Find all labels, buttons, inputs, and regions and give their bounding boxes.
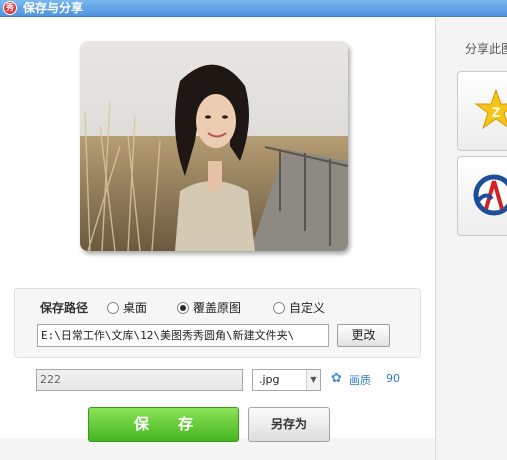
radio-overwrite-original[interactable]: 覆盖原图: [177, 299, 241, 316]
renren-icon: [473, 174, 507, 216]
svg-text:Z: Z: [492, 104, 501, 120]
radio-dot[interactable]: [273, 301, 285, 314]
save-as-button[interactable]: 另存为: [248, 407, 330, 442]
share-label: 分享此图: [465, 42, 507, 56]
radio-label: 桌面: [123, 301, 148, 315]
photo-preview: [80, 41, 348, 251]
quality-link[interactable]: 画质: [349, 372, 371, 388]
share-renren-button[interactable]: [457, 156, 507, 236]
path-field[interactable]: E:\日常工作\文库\12\美图秀秀圆角\新建文件夹\: [37, 324, 329, 347]
title-bar: 秀 保存与分享: [0, 0, 507, 17]
save-path-label: 保存路径: [40, 301, 89, 315]
gear-icon[interactable]: ✿: [331, 372, 344, 385]
save-button[interactable]: 保 存: [88, 407, 239, 442]
save-path-panel: 保存路径 桌面 覆盖原图 自定义 E:\日常工作\文库\12\美图秀秀圆角\新建…: [14, 288, 421, 358]
qzone-star-icon: Z: [474, 88, 507, 130]
radio-dot-selected[interactable]: [177, 301, 189, 314]
filename-field[interactable]: 222: [36, 369, 243, 391]
change-path-button[interactable]: 更改: [337, 324, 390, 347]
window-title: 保存与分享: [23, 1, 84, 15]
quality-value: 90: [386, 372, 400, 385]
radio-label: 自定义: [289, 301, 326, 315]
share-panel: 分享此图 Z: [435, 18, 507, 460]
radio-desktop[interactable]: 桌面: [107, 299, 147, 316]
radio-label: 覆盖原图: [193, 301, 242, 315]
format-value: .jpg: [259, 373, 280, 386]
share-qzone-button[interactable]: Z: [457, 71, 507, 151]
photo-image: [80, 41, 348, 251]
format-select[interactable]: .jpg ▼: [252, 369, 321, 391]
chevron-down-icon[interactable]: ▼: [306, 370, 320, 390]
radio-dot[interactable]: [107, 301, 119, 314]
app-icon: 秀: [3, 1, 17, 15]
radio-custom[interactable]: 自定义: [273, 299, 325, 316]
